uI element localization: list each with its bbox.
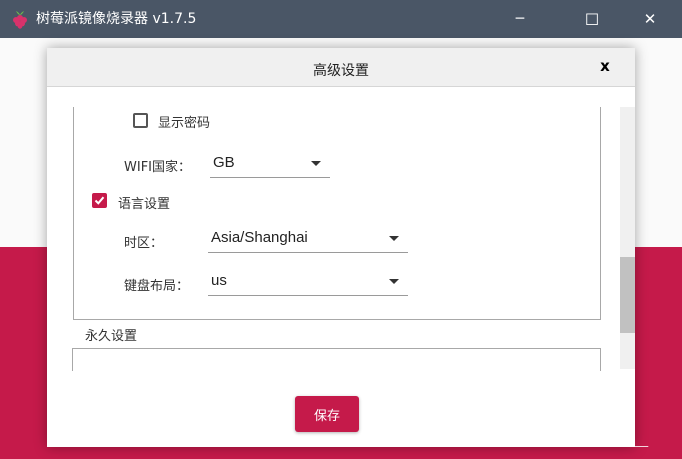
raspberry-logo-icon bbox=[13, 11, 27, 29]
minimize-icon: ─ bbox=[515, 11, 525, 27]
wifi-country-value: GB bbox=[213, 154, 235, 171]
locale-settings-checkbox[interactable] bbox=[92, 193, 107, 208]
dialog-title: 高级设置 bbox=[313, 63, 369, 79]
maximize-button[interactable]: ☐ bbox=[569, 0, 615, 38]
dialog-header: 高级设置 x bbox=[47, 48, 635, 87]
show-password-checkbox[interactable] bbox=[133, 113, 148, 128]
window-titlebar: 树莓派镜像烧录器 v1.7.5 ─ ☐ ✕ bbox=[0, 0, 682, 38]
locale-settings-label: 语言设置 bbox=[118, 197, 171, 212]
dialog-close-button[interactable]: x bbox=[596, 57, 614, 77]
chevron-down-icon bbox=[389, 236, 399, 241]
wifi-country-select[interactable]: GB bbox=[210, 153, 330, 178]
check-icon bbox=[94, 196, 105, 205]
watermark: CSDN @__Witheart__ bbox=[497, 431, 649, 448]
close-icon: ✕ bbox=[643, 10, 657, 28]
window-title: 树莓派镜像烧录器 v1.7.5 bbox=[36, 11, 197, 27]
timezone-value: Asia/Shanghai bbox=[211, 229, 308, 246]
advanced-settings-dialog: 高级设置 x 显示密码 WIFI国家： GB 语言设置 时区： Asia/Sha… bbox=[47, 48, 635, 447]
close-window-button[interactable]: ✕ bbox=[627, 0, 673, 38]
scrollbar-thumb[interactable] bbox=[620, 257, 635, 333]
show-password-label: 显示密码 bbox=[158, 116, 211, 131]
chevron-down-icon bbox=[311, 161, 321, 166]
settings-scroll-area[interactable]: 显示密码 WIFI国家： GB 语言设置 时区： Asia/Shanghai 键… bbox=[47, 107, 635, 369]
keyboard-layout-value: us bbox=[211, 272, 227, 289]
vertical-scrollbar[interactable] bbox=[620, 107, 635, 369]
timezone-select[interactable]: Asia/Shanghai bbox=[208, 228, 408, 253]
chevron-down-icon bbox=[389, 279, 399, 284]
keyboard-layout-label: 键盘布局： bbox=[124, 279, 190, 294]
persistent-settings-label: 永久设置 bbox=[85, 329, 138, 344]
minimize-button[interactable]: ─ bbox=[497, 0, 543, 38]
keyboard-layout-select[interactable]: us bbox=[208, 271, 408, 296]
save-button[interactable]: 保存 bbox=[295, 396, 359, 432]
wifi-country-label: WIFI国家： bbox=[124, 160, 191, 175]
maximize-icon: ☐ bbox=[584, 9, 600, 29]
timezone-label: 时区： bbox=[124, 236, 164, 251]
persistent-settings-group bbox=[72, 348, 601, 371]
